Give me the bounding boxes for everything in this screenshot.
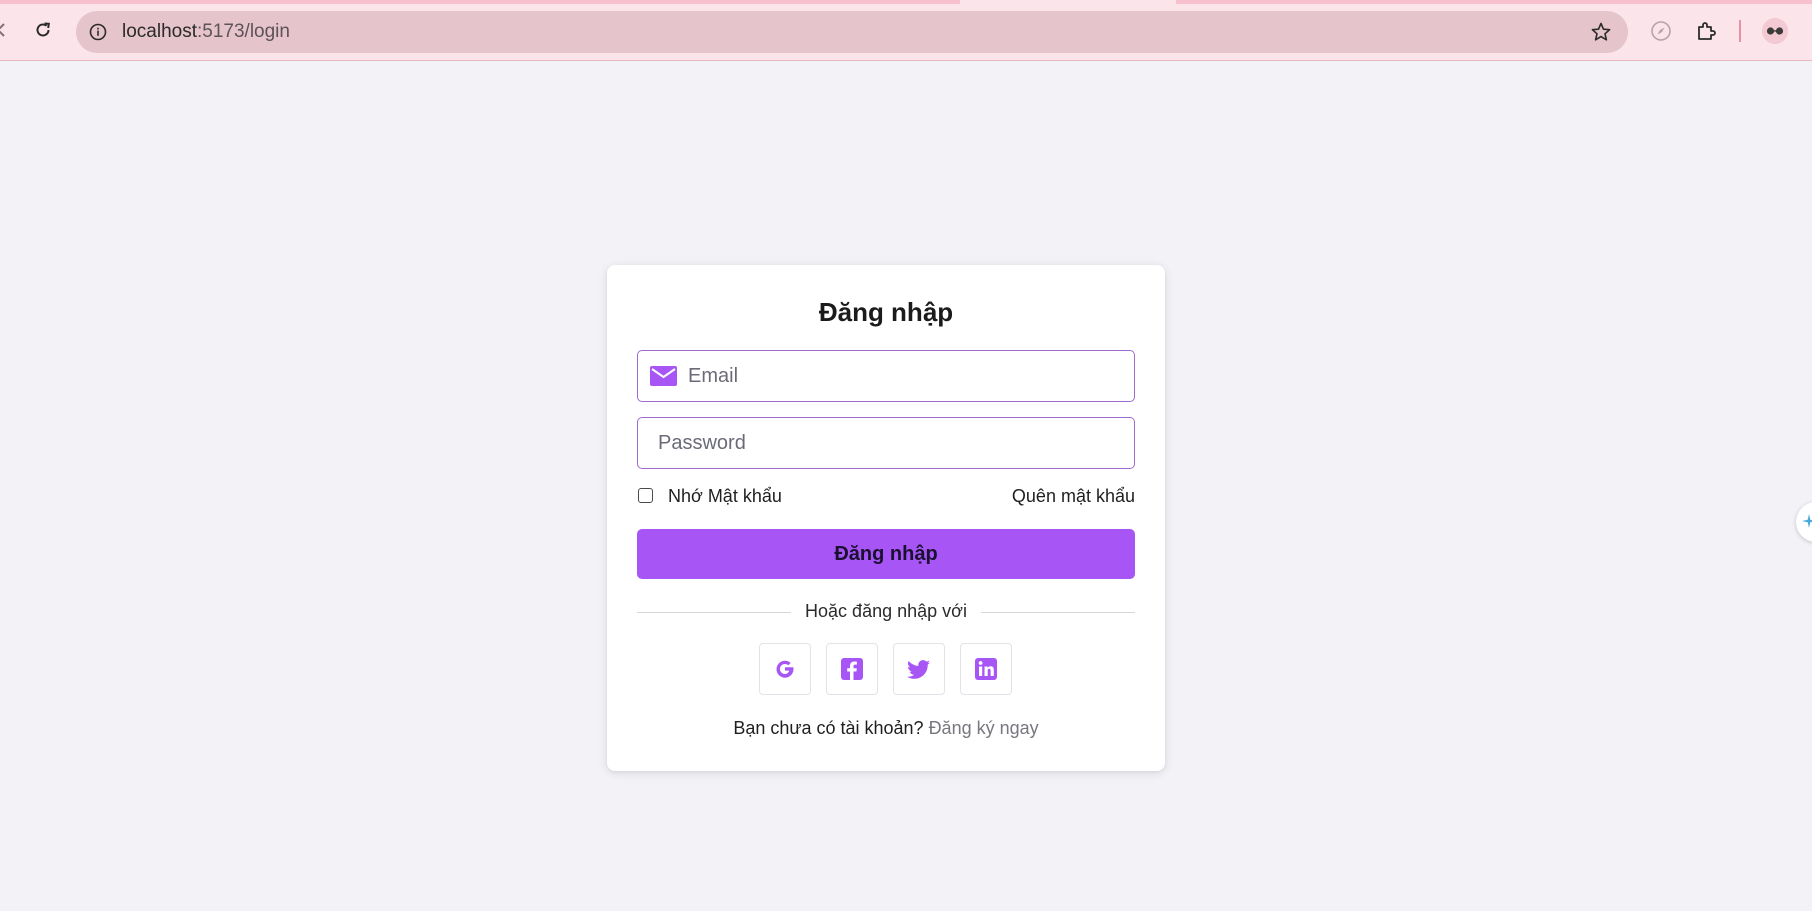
login-title: Đăng nhập [818, 297, 954, 327]
twitter-login-button[interactable] [893, 643, 945, 695]
signup-link[interactable]: Đăng ký ngay [929, 718, 1039, 738]
facebook-login-button[interactable] [826, 643, 878, 695]
reload-button[interactable] [29, 16, 57, 44]
divider-line-right [981, 612, 1135, 613]
signup-prompt: Bạn chưa có tài khoản? [733, 718, 924, 738]
login-card: Đăng nhập Nhớ Mật khẩu Quên mật khẩu Đăn… [607, 265, 1165, 771]
browser-toolbar: localhost:5173/login [0, 0, 1812, 61]
profile-avatar-icon[interactable] [1761, 17, 1789, 45]
social-login-row [759, 643, 1013, 695]
toolbar-divider [1739, 20, 1741, 42]
arrow-left-icon [0, 23, 5, 37]
tab-strip [0, 0, 1812, 4]
remember-checkbox[interactable] [638, 488, 653, 503]
remember-row: Nhớ Mật khẩu Quên mật khẩu [637, 486, 1135, 512]
address-bar[interactable]: localhost:5173/login [76, 11, 1628, 53]
back-button[interactable] [0, 16, 16, 44]
password-input[interactable] [658, 418, 1128, 468]
google-login-button[interactable] [759, 643, 811, 695]
email-field[interactable] [637, 350, 1135, 402]
url-text: localhost:5173/login [122, 22, 290, 42]
url-host: localhost [122, 21, 197, 42]
signup-row: Bạn chưa có tài khoản? Đăng ký ngay [607, 718, 1165, 739]
email-input[interactable] [688, 351, 1128, 401]
sparkle-icon [1802, 514, 1812, 528]
or-divider: Hoặc đăng nhập với [637, 601, 1135, 625]
compass-icon[interactable] [1649, 19, 1673, 43]
google-icon [776, 660, 794, 678]
linkedin-login-button[interactable] [960, 643, 1012, 695]
bookmark-star-icon[interactable] [1590, 21, 1612, 43]
login-button[interactable]: Đăng nhập [637, 529, 1135, 579]
mail-icon [650, 366, 677, 386]
forgot-password-link[interactable]: Quên mật khẩu [1012, 486, 1135, 507]
url-path: :5173/login [197, 21, 290, 42]
twitter-icon [907, 660, 930, 679]
reload-icon [36, 22, 50, 37]
password-field[interactable] [637, 417, 1135, 469]
extensions-puzzle-icon[interactable] [1695, 19, 1719, 43]
side-assistant-button[interactable] [1796, 502, 1812, 542]
linkedin-icon [975, 658, 997, 680]
site-info-icon[interactable] [88, 22, 108, 42]
remember-label[interactable]: Nhớ Mật khẩu [668, 486, 782, 507]
facebook-icon [841, 658, 863, 680]
